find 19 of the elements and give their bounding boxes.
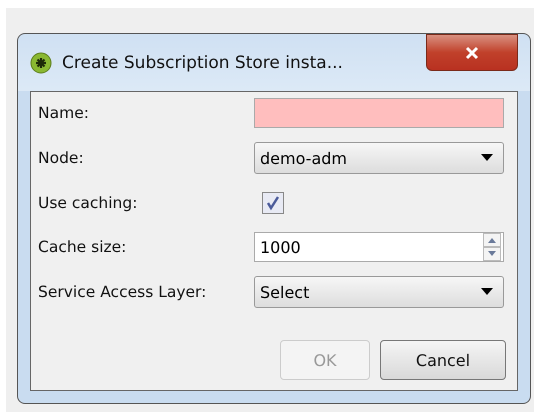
dropdown[interactable]: demo-adm [254, 142, 504, 174]
field-label: Node: [38, 149, 85, 167]
field-label: Service Access Layer: [38, 283, 208, 301]
window-title: Create Subscription Store insta... [62, 52, 343, 72]
dropdown[interactable]: Select [254, 276, 504, 308]
field-label: Name: [38, 104, 90, 122]
checkmark-icon [265, 195, 281, 211]
name-field[interactable] [254, 98, 504, 128]
close-button[interactable] [426, 34, 518, 71]
caret-icon [481, 154, 493, 162]
spinner-arrows-icon [483, 233, 501, 261]
field-label: Use caching: [38, 194, 138, 212]
cancel-button[interactable]: Cancel [380, 340, 506, 380]
field-label: Cache size: [38, 238, 128, 256]
app-icon [30, 52, 52, 74]
close-icon [464, 46, 480, 60]
number-spinner[interactable]: 1000 [254, 232, 504, 262]
checkbox[interactable] [262, 192, 284, 214]
caret-icon [481, 288, 493, 296]
